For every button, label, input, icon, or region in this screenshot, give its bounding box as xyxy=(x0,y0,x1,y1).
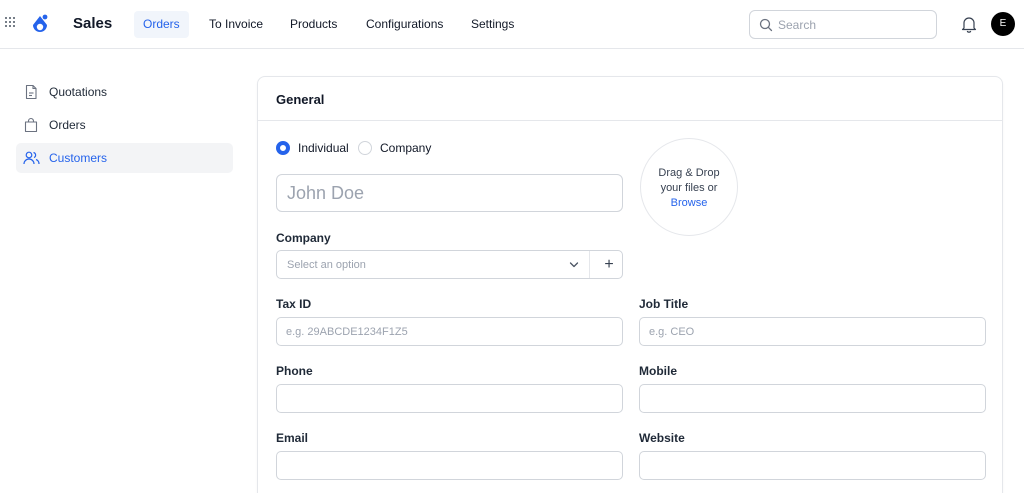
chevron-down-icon[interactable] xyxy=(569,261,579,269)
divider xyxy=(258,120,1002,121)
sidebar-item-label: Customers xyxy=(49,151,108,165)
email-label: Email xyxy=(276,431,309,445)
app-logo-icon xyxy=(33,14,48,32)
sidebar-item-label: Orders xyxy=(49,118,86,132)
top-bar: Sales Orders To Invoice Products Configu… xyxy=(0,0,1024,49)
search-box xyxy=(749,10,937,39)
user-avatar[interactable]: E xyxy=(991,12,1015,36)
shopping-bag-icon xyxy=(24,117,38,133)
nav-tab-products[interactable]: Products xyxy=(281,11,346,38)
company-label: Company xyxy=(276,231,331,245)
general-card: General Individual Company Drag & Drop y… xyxy=(257,76,1003,493)
mobile-input[interactable] xyxy=(639,384,986,413)
divider xyxy=(589,251,590,278)
notification-bell-icon[interactable] xyxy=(961,15,977,33)
email-input[interactable] xyxy=(276,451,623,480)
name-input[interactable] xyxy=(276,174,623,212)
sidebar-item-label: Quotations xyxy=(49,85,108,99)
website-input[interactable] xyxy=(639,451,986,480)
nav-tab-orders[interactable]: Orders xyxy=(134,11,189,38)
nav-tab-configurations[interactable]: Configurations xyxy=(357,11,452,38)
radio-label: Individual xyxy=(298,141,349,155)
job-title-input[interactable] xyxy=(639,317,986,346)
sidebar-item-quotations[interactable]: Quotations xyxy=(16,77,233,107)
document-icon xyxy=(25,84,37,100)
section-title: General xyxy=(276,92,325,107)
file-drop-zone[interactable]: Drag & Drop your files or Browse xyxy=(640,138,738,236)
users-icon xyxy=(23,151,40,165)
tax-id-label: Tax ID xyxy=(276,297,312,311)
add-company-button[interactable]: + xyxy=(598,255,620,275)
apps-grid-icon[interactable] xyxy=(5,17,17,29)
job-title-label: Job Title xyxy=(639,297,689,311)
tax-id-input[interactable] xyxy=(276,317,623,346)
radio-label: Company xyxy=(380,141,432,155)
phone-input[interactable] xyxy=(276,384,623,413)
search-icon xyxy=(759,18,773,32)
nav-tab-settings[interactable]: Settings xyxy=(462,11,523,38)
sidebar-item-customers[interactable]: Customers xyxy=(16,143,233,173)
nav-tab-to-invoice[interactable]: To Invoice xyxy=(200,11,272,38)
phone-label: Phone xyxy=(276,364,313,378)
radio-selected-indicator[interactable] xyxy=(276,141,290,155)
company-select[interactable]: Select an option + xyxy=(276,250,623,279)
select-placeholder: Select an option xyxy=(287,259,366,271)
mobile-label: Mobile xyxy=(639,364,677,378)
drop-zone-text: your files or xyxy=(660,182,718,194)
search-input[interactable] xyxy=(778,17,928,33)
sidebar-item-orders[interactable]: Orders xyxy=(16,110,233,140)
app-title: Sales xyxy=(73,15,113,32)
website-label: Website xyxy=(639,431,685,445)
browse-link[interactable]: Browse xyxy=(641,197,737,209)
drop-zone-text: Drag & Drop xyxy=(658,167,720,179)
radio-unselected-indicator[interactable] xyxy=(358,141,372,155)
